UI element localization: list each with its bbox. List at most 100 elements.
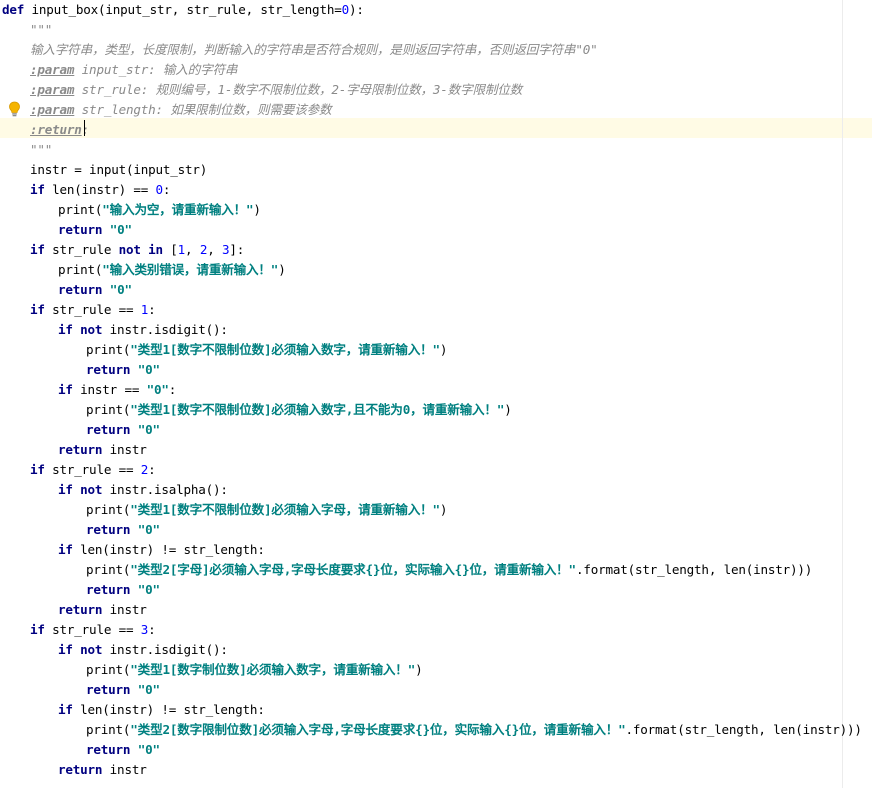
code-line[interactable]: if instr == "0":	[58, 380, 176, 400]
code-line[interactable]: :param str_length: 如果限制位数，则需要该参数	[30, 100, 332, 120]
code-token: return	[58, 222, 103, 237]
code-line[interactable]: return "0"	[86, 520, 160, 540]
code-token: instr.isdigit():	[102, 642, 228, 657]
code-token: "0"	[109, 282, 132, 297]
code-token: return	[86, 582, 131, 597]
code-line[interactable]: def input_box(input_str, str_rule, str_l…	[2, 0, 364, 20]
code-token: len(instr) != str_length:	[72, 542, 265, 557]
code-token: )	[278, 262, 286, 277]
code-line[interactable]: if not instr.isalpha():	[58, 480, 228, 500]
code-line[interactable]: if str_rule == 3:	[30, 620, 156, 640]
code-token: .format(str_length, len(instr)))	[575, 562, 813, 577]
code-token: return	[86, 742, 131, 757]
code-token: len(instr) != str_length:	[72, 702, 265, 717]
code-line[interactable]: print("类型2[数字限制位数]必须输入字母,字母长度要求{}位，实际输入{…	[86, 720, 862, 740]
code-line[interactable]: if not instr.isdigit():	[58, 320, 228, 340]
code-token: return	[86, 682, 131, 697]
code-line[interactable]: return "0"	[86, 360, 160, 380]
lightbulb-icon[interactable]	[8, 101, 21, 117]
code-line[interactable]: return "0"	[58, 280, 132, 300]
code-token: :	[148, 622, 156, 637]
code-token: if not	[58, 482, 103, 497]
code-line[interactable]: print("类型1[数字制位数]必须输入数字，请重新输入！")	[86, 660, 423, 680]
code-token: "0"	[109, 222, 132, 237]
code-line[interactable]: print("类型1[数字不限制位数]必须输入数字，请重新输入！")	[86, 340, 447, 360]
code-token: 0	[341, 2, 350, 17]
code-token: :param	[30, 82, 75, 97]
code-token: )	[415, 662, 423, 677]
code-token: ]:	[229, 242, 245, 257]
code-line[interactable]: return instr	[58, 760, 147, 780]
code-token: :	[162, 182, 171, 197]
code-token: "类型2[字母]必须输入字母,字母长度要求{}位，实际输入{}位，请重新输入！"	[130, 562, 576, 577]
code-line[interactable]: if len(instr) != str_length:	[58, 540, 265, 560]
code-line[interactable]: if str_rule not in [1, 2, 3]:	[30, 240, 244, 260]
code-line[interactable]: :param str_rule: 规则编号，1-数字不限制位数，2-字母限制位数…	[30, 80, 522, 100]
code-line[interactable]: 输入字符串，类型，长度限制，判断输入的字符串是否符合规则，是则返回字符串，否则返…	[30, 40, 598, 60]
code-token: return	[86, 422, 131, 437]
code-token: )	[439, 342, 448, 357]
code-token: :param	[30, 62, 75, 77]
code-line[interactable]: print("类型1[数字不限制位数]必须输入数字,且不能为0，请重新输入！")	[86, 400, 512, 420]
code-token: .format(str_length, len(instr)))	[625, 722, 862, 737]
code-token: ,	[185, 242, 200, 257]
code-line[interactable]: """	[30, 20, 52, 40]
code-line[interactable]: if len(instr) == 0:	[30, 180, 170, 200]
code-token: str_rule	[44, 242, 119, 257]
code-line[interactable]: return instr	[58, 440, 147, 460]
code-line[interactable]: if not instr.isdigit():	[58, 640, 228, 660]
code-line[interactable]: :param input_str: 输入的字符串	[30, 60, 237, 80]
code-token: if	[30, 242, 45, 257]
code-line[interactable]: print("类型1[数字不限制位数]必须输入字母，请重新输入！")	[86, 500, 447, 520]
code-editor[interactable]: def input_box(input_str, str_rule, str_l…	[0, 0, 872, 788]
code-line[interactable]: if str_rule == 1:	[30, 300, 156, 320]
code-token: str_rule	[74, 82, 141, 97]
code-token: instr	[102, 762, 147, 777]
code-token: return	[58, 442, 103, 457]
code-token: "输入类别错误，请重新输入！"	[102, 262, 279, 277]
code-line[interactable]: return "0"	[86, 680, 160, 700]
code-token: if	[30, 182, 45, 197]
code-token: str_rule ==	[44, 622, 141, 637]
code-line[interactable]: if str_rule == 2:	[30, 460, 156, 480]
code-token: )	[504, 402, 512, 417]
code-token: if	[58, 382, 73, 397]
code-token: input_box(input_str, str_rule, str_lengt…	[24, 2, 342, 17]
code-line[interactable]: print("输入为空，请重新输入！")	[58, 200, 261, 220]
code-line[interactable]: return "0"	[86, 420, 160, 440]
code-token: "类型1[数字不限制位数]必须输入数字，请重新输入！"	[130, 342, 440, 357]
code-token: "类型1[数字不限制位数]必须输入字母，请重新输入！"	[130, 502, 440, 517]
code-line[interactable]: """	[30, 140, 52, 160]
code-token: instr = input(input_str)	[30, 162, 208, 177]
code-token: if	[30, 302, 45, 317]
code-token: "0"	[137, 522, 160, 537]
code-token: return	[58, 762, 103, 777]
code-line[interactable]: return "0"	[86, 740, 160, 760]
code-token: """	[30, 142, 53, 157]
code-token: "类型1[数字制位数]必须输入数字，请重新输入！"	[130, 662, 416, 677]
code-line[interactable]: :return:	[30, 120, 89, 140]
code-token: print(	[58, 202, 103, 217]
code-token: if	[30, 462, 45, 477]
code-line[interactable]: print("类型2[字母]必须输入字母,字母长度要求{}位，实际输入{}位，请…	[86, 560, 812, 580]
code-token: ):	[348, 2, 364, 17]
code-line[interactable]: if len(instr) != str_length:	[58, 700, 265, 720]
code-token: 1	[177, 242, 186, 257]
code-line[interactable]: return "0"	[86, 580, 160, 600]
code-token: "0"	[137, 682, 160, 697]
code-token: return	[86, 522, 131, 537]
code-token: "类型1[数字不限制位数]必须输入数字,且不能为0，请重新输入！"	[130, 402, 505, 417]
code-token: instr	[102, 442, 147, 457]
code-token: print(	[58, 262, 103, 277]
code-token: if not	[58, 642, 103, 657]
code-token: :return	[30, 122, 82, 137]
code-line[interactable]: return "0"	[58, 220, 132, 240]
code-line[interactable]: print("输入类别错误，请重新输入！")	[58, 260, 286, 280]
code-line[interactable]: return instr	[58, 600, 147, 620]
code-line[interactable]: instr = input(input_str)	[30, 160, 207, 180]
code-token: str_rule ==	[44, 302, 141, 317]
current-line-highlight	[0, 118, 872, 138]
